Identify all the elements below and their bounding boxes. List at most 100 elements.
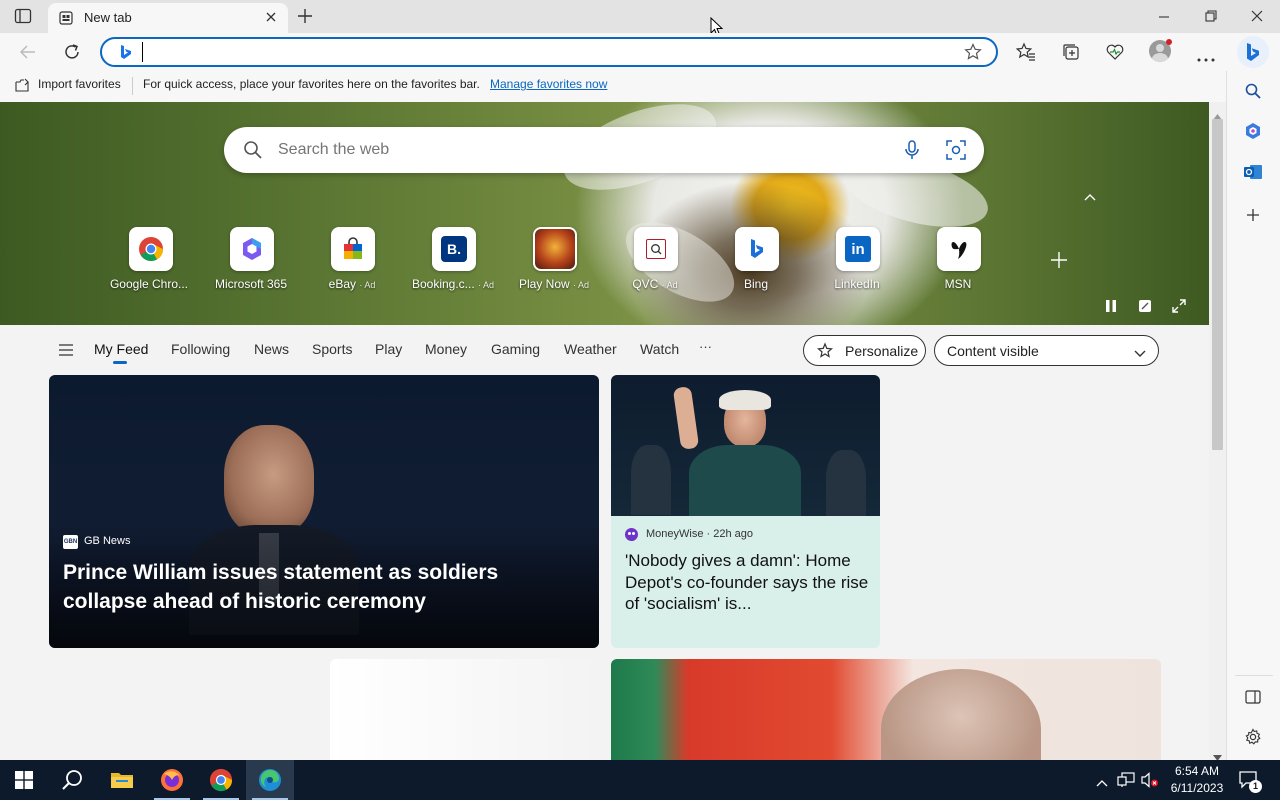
quick-link-label: QVC · Ad [632,277,678,291]
tab-gaming[interactable]: Gaming [491,341,540,357]
quick-link-booking[interactable]: B. [432,227,476,271]
card-headline[interactable]: 'Nobody gives a damn': Home Depot's co-f… [625,550,870,615]
tab-money[interactable]: Money [425,341,467,357]
sidebar-search-icon[interactable] [1241,79,1265,103]
more-menu-icon[interactable] [1197,49,1215,67]
pause-background-icon[interactable] [1104,299,1118,318]
network-icon[interactable] [1117,772,1135,793]
tab-weather[interactable]: Weather [564,341,617,357]
taskbar-search-button[interactable] [48,760,96,800]
visual-search-icon[interactable] [946,140,966,165]
firefox-button[interactable] [148,760,196,800]
quick-link-play-now[interactable] [533,227,577,271]
sidebar-settings-icon[interactable] [1241,725,1265,749]
collapse-chevron-icon[interactable] [1083,189,1097,207]
customize-page-icon[interactable] [1138,299,1152,318]
clock-time: 6:54 AM [1174,764,1220,778]
new-tab-page: B. in Google Chro... Microsoft 365 eBay … [0,102,1209,760]
microphone-icon[interactable] [904,140,920,165]
favorite-star-icon[interactable] [964,43,982,66]
quick-link-google-chrome[interactable] [129,227,173,271]
manage-favorites-link[interactable]: Manage favorites now [490,77,607,91]
sidebar-toggle-icon[interactable] [1241,685,1265,709]
card-photo [881,669,1041,760]
tab-new-tab[interactable]: New tab [48,3,288,33]
quick-link-linkedin[interactable]: in [836,227,880,271]
card-source: GB News [84,535,131,547]
windows-taskbar: 6:54 AM 6/11/2023 1 [0,760,1280,800]
browser-essentials-icon[interactable] [1105,42,1125,67]
tab-play[interactable]: Play [375,341,402,357]
search-input[interactable] [278,139,858,161]
play-now-game-icon [535,229,575,269]
feed-menu-icon[interactable] [59,343,73,361]
search-icon [243,140,263,165]
tab-actions-icon[interactable] [14,8,32,24]
bing-chat-button[interactable] [1237,36,1269,68]
import-favorites-button[interactable]: Import favorites [38,77,121,91]
quick-link-microsoft-365[interactable] [230,227,274,271]
web-search-box[interactable] [224,127,984,173]
quick-link-bing[interactable] [735,227,779,271]
edge-button[interactable] [246,760,294,800]
chrome-button[interactable] [197,760,245,800]
tab-news[interactable]: News [254,341,289,357]
favorites-bar: Import favorites For quick access, place… [0,71,1226,102]
quick-link-qvc[interactable] [634,227,678,271]
quick-link-ebay[interactable] [331,227,375,271]
bing-icon [751,239,763,258]
quick-link-label: Google Chro... [109,277,189,291]
back-arrow-icon[interactable] [19,43,37,66]
msn-butterfly-icon [951,241,967,259]
profile-notification-dot [1166,39,1172,45]
edge-icon [259,769,281,791]
page-scrollbar[interactable] [1209,102,1226,761]
linkedin-icon: in [845,236,871,262]
tab-watch[interactable]: Watch [640,341,679,357]
card-headline[interactable]: Prince William issues statement as soldi… [63,558,583,616]
favorites-icon[interactable] [1015,42,1036,67]
address-bar[interactable] [100,37,998,67]
personalize-label: Personalize [845,343,919,359]
tab-more[interactable]: ··· [699,339,712,354]
expand-icon[interactable] [1172,299,1186,318]
news-card-home-depot[interactable]: MoneyWise · 22h ago 'Nobody gives a damn… [611,375,880,648]
notification-count-badge: 1 [1249,780,1262,793]
tab-sports[interactable]: Sports [312,341,352,357]
ebay-bag-icon [344,237,362,259]
content-visibility-select[interactable]: Content visible [934,335,1159,366]
close-tab-icon[interactable] [264,10,278,29]
volume-muted-icon[interactable] [1141,772,1159,793]
refresh-icon[interactable] [63,43,81,66]
tab-my-feed[interactable]: My Feed [94,341,148,357]
clock[interactable]: 6:54 AM 6/11/2023 [1164,763,1230,797]
start-button[interactable] [0,760,48,800]
scrollbar-thumb[interactable] [1212,119,1223,450]
news-card-prince-william[interactable]: GBN GB News Prince William issues statem… [49,375,599,648]
show-hidden-icons-icon[interactable] [1096,774,1108,792]
sparkle-star-icon [816,342,834,365]
personalize-button[interactable]: Personalize [803,335,926,366]
import-favorites-icon[interactable] [14,77,30,96]
sidebar-office-icon[interactable] [1241,119,1265,143]
bing-logo-icon [119,44,133,65]
address-input[interactable] [142,42,922,62]
moneywise-logo-icon [625,528,638,541]
folder-icon [111,773,133,788]
add-shortcut-icon[interactable] [1050,251,1068,274]
minimize-button[interactable] [1157,10,1171,29]
new-tab-button[interactable] [296,7,314,30]
news-card-placeholder[interactable] [330,659,599,760]
sidebar-add-icon[interactable] [1241,203,1265,227]
sidebar-outlook-icon[interactable] [1241,160,1265,184]
restore-button[interactable] [1204,9,1218,28]
microsoft-365-icon [243,238,261,260]
file-explorer-button[interactable] [98,760,146,800]
tab-strip: New tab [0,0,1280,37]
quick-link-msn[interactable] [937,227,981,271]
tab-following[interactable]: Following [171,341,230,357]
news-card-large[interactable] [611,659,1161,760]
close-window-button[interactable] [1250,9,1264,28]
windows-logo-icon [15,771,33,789]
collections-icon[interactable] [1061,42,1081,67]
